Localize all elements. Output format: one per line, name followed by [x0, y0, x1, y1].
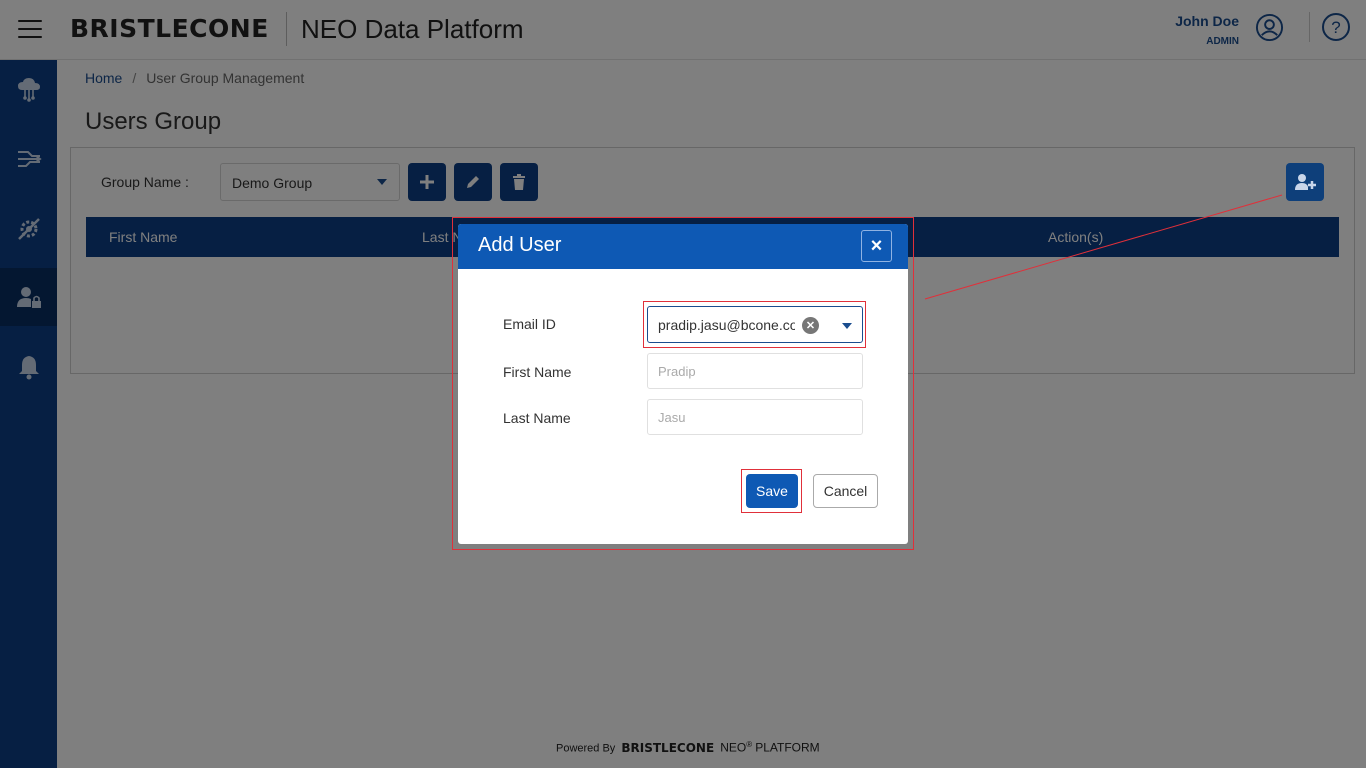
clear-icon[interactable]: ✕ — [802, 317, 819, 334]
last-name-field[interactable] — [647, 399, 863, 435]
email-label: Email ID — [503, 316, 556, 332]
add-user-icon — [1295, 174, 1316, 190]
first-name-field[interactable] — [647, 353, 863, 389]
dialog-title: Add User — [478, 234, 562, 256]
save-button[interactable]: Save — [746, 474, 798, 508]
first-name-label: First Name — [503, 364, 572, 380]
add-user-dialog: Add User × Email ID pradip.jasu@bcone.co… — [458, 224, 908, 544]
chevron-down-icon[interactable] — [842, 323, 852, 329]
dialog-header: Add User × — [458, 224, 908, 269]
last-name-label: Last Name — [503, 410, 571, 426]
email-select[interactable]: pradip.jasu@bcone.com ✕ — [647, 306, 863, 343]
email-value: pradip.jasu@bcone.com — [658, 317, 795, 333]
close-button[interactable]: × — [861, 230, 892, 262]
add-user-button[interactable] — [1286, 163, 1324, 201]
close-icon: × — [870, 234, 883, 257]
cancel-button[interactable]: Cancel — [813, 474, 878, 508]
